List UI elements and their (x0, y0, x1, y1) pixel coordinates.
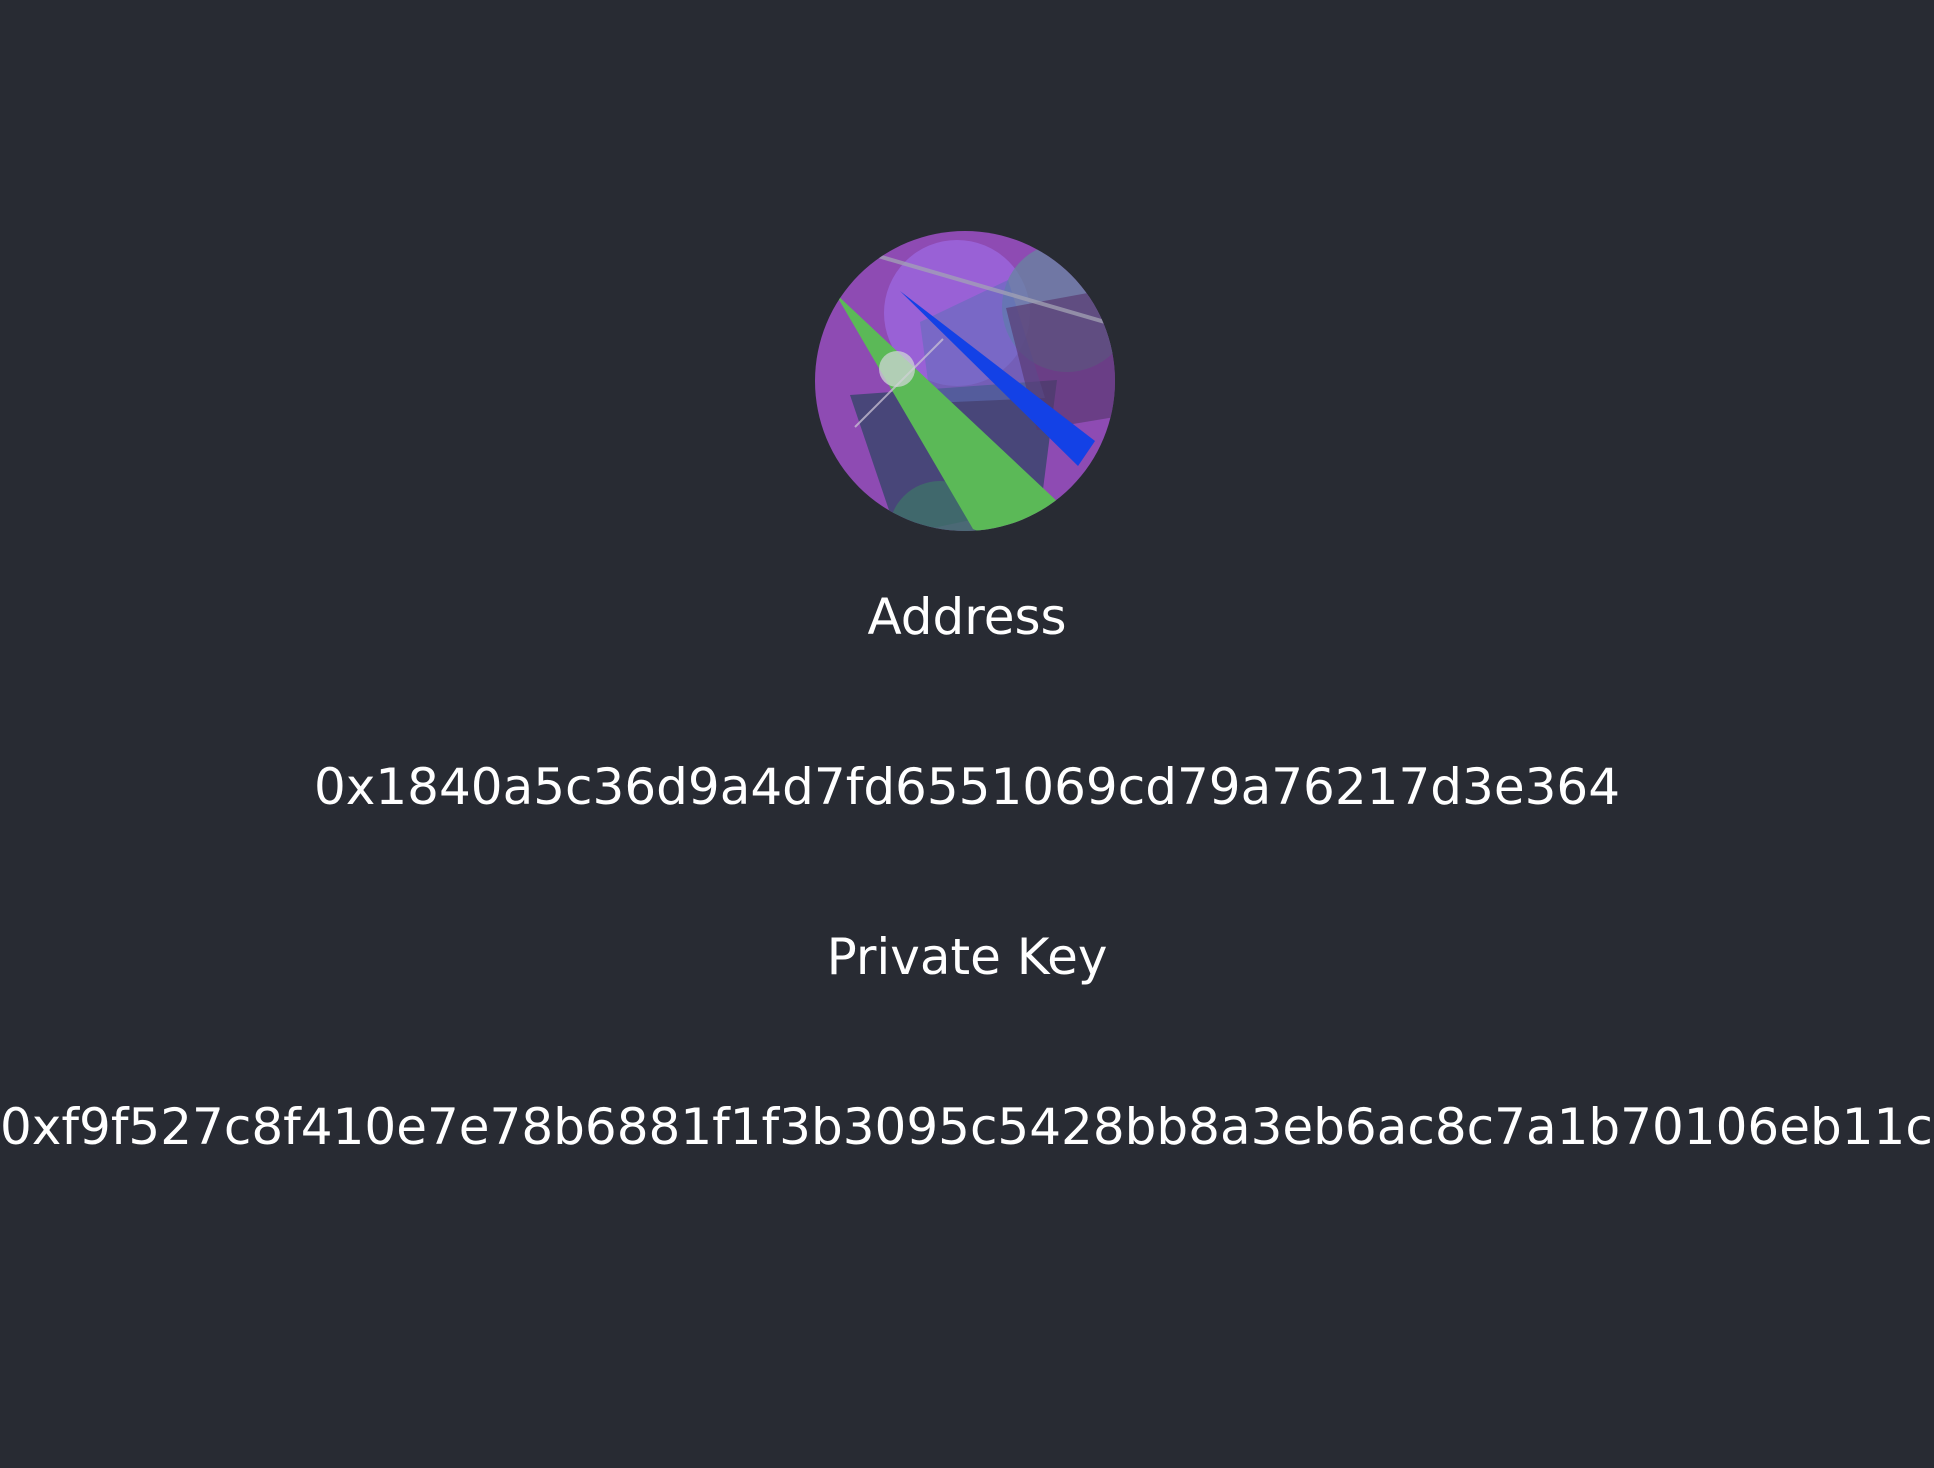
wallet-avatar-icon (815, 231, 1115, 531)
private-key-value: 0xf9f527c8f410e7e78b6881f1f3b3095c5428bb… (0, 1098, 1934, 1156)
private-key-label: Private Key (826, 928, 1108, 986)
wallet-address: 0x1840a5c36d9a4d7fd6551069cd79a76217d3e3… (313, 758, 1621, 816)
avatar-graphic (815, 231, 1115, 531)
avatar-small-circle (879, 351, 915, 387)
address-label: Address (867, 588, 1067, 646)
wallet-details-screen: Address 0x1840a5c36d9a4d7fd6551069cd79a7… (0, 0, 1934, 1468)
